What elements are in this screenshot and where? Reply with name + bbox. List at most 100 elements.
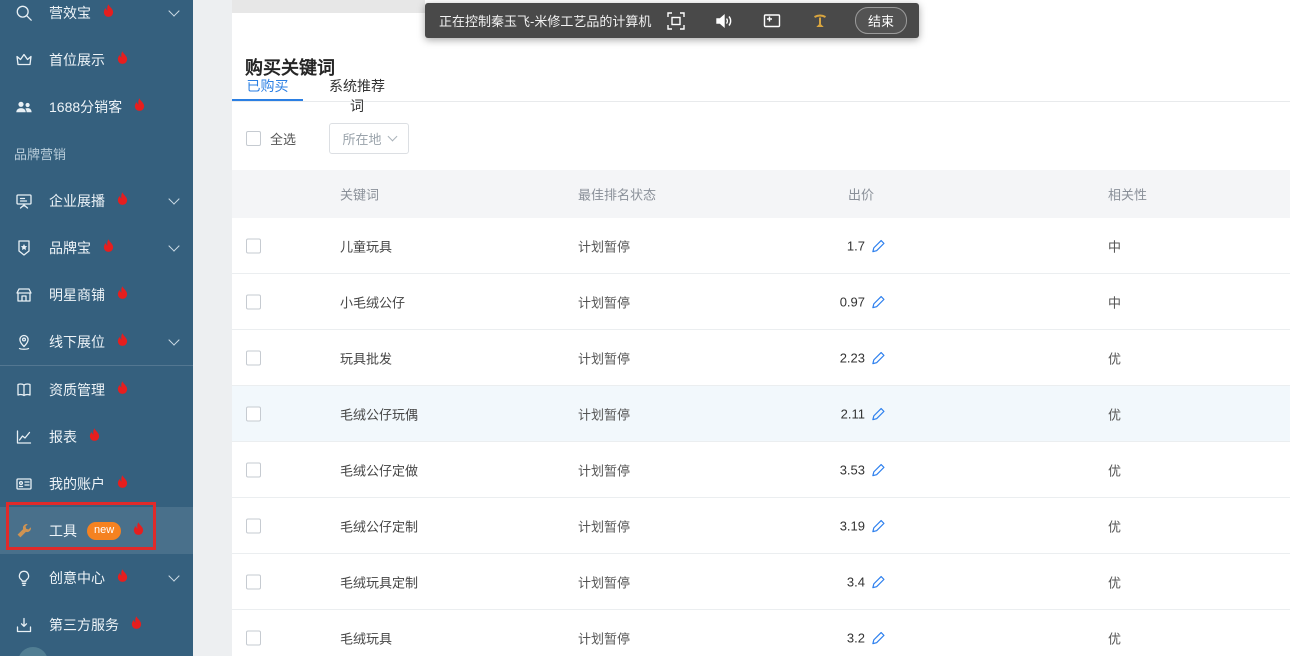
sidebar-item-label: 第三方服务 — [49, 616, 119, 633]
column-relevance: 相关性 — [1108, 187, 1148, 203]
speaker-icon[interactable] — [713, 10, 735, 32]
row-checkbox[interactable] — [246, 462, 261, 477]
bottom-avatar[interactable] — [18, 647, 48, 656]
tab-system-recommended[interactable]: 系统推荐词 — [322, 76, 392, 114]
joystick-icon[interactable] — [809, 10, 831, 32]
edit-bid-icon[interactable] — [871, 462, 886, 477]
sidebar-item-zizhiguanli[interactable]: 资质管理 — [0, 366, 193, 413]
edit-bid-icon[interactable] — [871, 238, 886, 253]
sidebar-item-pinpaibao[interactable]: 品牌宝 — [0, 224, 193, 271]
status-cell: 计划暂停 — [578, 519, 631, 534]
hot-flame-icon — [113, 568, 132, 587]
status-cell: 计划暂停 — [578, 631, 631, 646]
sidebar-item-qiyezhanbo[interactable]: 企业展播 — [0, 177, 193, 224]
location-dropdown[interactable]: 所在地 — [329, 122, 410, 154]
wrench-icon — [14, 521, 34, 541]
table-row: 毛绒公仔定做 计划暂停 3.53 优 — [232, 442, 1290, 498]
relevance-cell: 中 — [1108, 239, 1122, 254]
remote-status-text: 正在控制秦玉飞-米修工艺品的计算机 — [439, 14, 652, 29]
storefront-icon — [14, 285, 34, 305]
presentation-icon — [14, 191, 34, 211]
end-control-button[interactable]: 结束 — [854, 7, 907, 34]
row-checkbox[interactable] — [246, 630, 261, 645]
column-keyword: 关键词 — [340, 187, 380, 203]
sidebar-item-label: 营效宝 — [49, 4, 91, 21]
relevance-cell: 优 — [1108, 407, 1122, 422]
edit-bid-icon[interactable] — [871, 294, 886, 309]
edit-bid-icon[interactable] — [871, 630, 886, 645]
app-window: 营效宝 首位展示 1688分销客 品牌营销 企业展播 品牌宝 明星商铺 线下展位… — [0, 0, 1290, 656]
fullscreen-icon[interactable] — [665, 10, 687, 32]
table-row: 儿童玩具 计划暂停 1.7 中 — [232, 218, 1290, 274]
select-all-label: 全选 — [270, 131, 297, 147]
sidebar-item-label: 线下展位 — [49, 333, 105, 350]
table-row: 毛绒玩具定制 计划暂停 3.4 优 — [232, 554, 1290, 610]
sidebar-item-label: 工具 — [49, 522, 77, 539]
relevance-cell: 优 — [1108, 463, 1122, 478]
search-icon — [14, 3, 34, 23]
hot-flame-icon — [99, 3, 118, 22]
remote-control-bar: 正在控制秦玉飞-米修工艺品的计算机 结束 — [425, 3, 919, 38]
sidebar-item-yingxiaobao[interactable]: 营效宝 — [0, 0, 193, 36]
crown-icon — [14, 50, 34, 70]
sidebar-item-gongju[interactable]: 工具 new — [0, 507, 193, 554]
row-checkbox[interactable] — [246, 350, 261, 365]
sidebar-item-label: 我的账户 — [49, 475, 105, 492]
bid-cell: 3.53 — [814, 462, 886, 477]
bid-cell: 3.2 — [814, 630, 886, 645]
hot-flame-icon — [127, 615, 146, 634]
remote-bar-icons — [665, 10, 831, 32]
bid-cell: 3.4 — [814, 574, 886, 589]
row-checkbox[interactable] — [246, 294, 261, 309]
sidebar-item-chuangyizhongxin[interactable]: 创意中心 — [0, 554, 193, 601]
sidebar-item-xianxiazhanwei[interactable]: 线下展位 — [0, 318, 193, 365]
chart-icon — [14, 427, 34, 447]
chevron-down-icon — [168, 569, 180, 582]
row-checkbox[interactable] — [246, 518, 261, 533]
row-checkbox[interactable] — [246, 406, 261, 421]
row-checkbox[interactable] — [246, 238, 261, 253]
bid-value: 2.11 — [840, 406, 865, 421]
service-icon — [14, 615, 34, 635]
hot-flame-icon — [113, 332, 132, 351]
keyword-cell: 毛绒公仔定制 — [340, 519, 419, 534]
status-cell: 计划暂停 — [578, 407, 631, 422]
new-badge: new — [87, 521, 122, 540]
column-best-rank-status: 最佳排名状态 — [578, 187, 657, 203]
sidebar-item-disanfangfuwu[interactable]: 第三方服务 — [0, 601, 193, 648]
sidebar-section-label: 品牌营销 — [14, 147, 67, 162]
edit-bid-icon[interactable] — [871, 518, 886, 533]
select-all-checkbox[interactable] — [246, 130, 261, 146]
sidebar-item-mingxingshangpu[interactable]: 明星商铺 — [0, 271, 193, 318]
main-content: 购买关键词 已购买 系统推荐词 全选 所在地 关键词 最佳排名状态 出价 相关性… — [232, 0, 1290, 656]
status-cell: 计划暂停 — [578, 575, 631, 590]
edit-bid-icon[interactable] — [871, 350, 886, 365]
chevron-down-icon — [168, 192, 180, 205]
hot-flame-icon — [129, 521, 148, 540]
bid-cell: 2.23 — [814, 350, 886, 365]
chevron-down-icon — [387, 131, 397, 142]
relevance-cell: 优 — [1108, 575, 1122, 590]
sidebar-item-baobiao[interactable]: 报表 — [0, 413, 193, 460]
row-checkbox[interactable] — [246, 574, 261, 589]
hot-flame-icon — [113, 474, 132, 493]
sidebar-item-fenxiaoke[interactable]: 1688分销客 — [0, 83, 193, 130]
bid-value: 2.23 — [839, 350, 865, 365]
table-header: 关键词 最佳排名状态 出价 相关性 — [232, 170, 1290, 218]
status-cell: 计划暂停 — [578, 239, 631, 254]
bid-value: 3.2 — [846, 630, 865, 645]
edit-bid-icon[interactable] — [871, 406, 886, 421]
edit-bid-icon[interactable] — [871, 574, 886, 589]
sidebar-item-shouweizhanshi[interactable]: 首位展示 — [0, 36, 193, 83]
keyword-cell: 毛绒玩具 — [340, 631, 393, 646]
window-add-icon[interactable] — [761, 10, 783, 32]
bid-value: 3.53 — [839, 462, 865, 477]
keyword-cell: 玩具批发 — [340, 351, 393, 366]
hot-flame-icon — [85, 427, 104, 446]
tab-purchased[interactable]: 已购买 — [232, 76, 303, 101]
sidebar-item-label: 创意中心 — [49, 569, 105, 586]
sidebar-item-label: 明星商铺 — [49, 286, 105, 303]
hot-flame-icon — [113, 191, 132, 210]
sidebar-item-wodezhanghu[interactable]: 我的账户 — [0, 460, 193, 507]
location-pin-icon — [14, 332, 34, 352]
